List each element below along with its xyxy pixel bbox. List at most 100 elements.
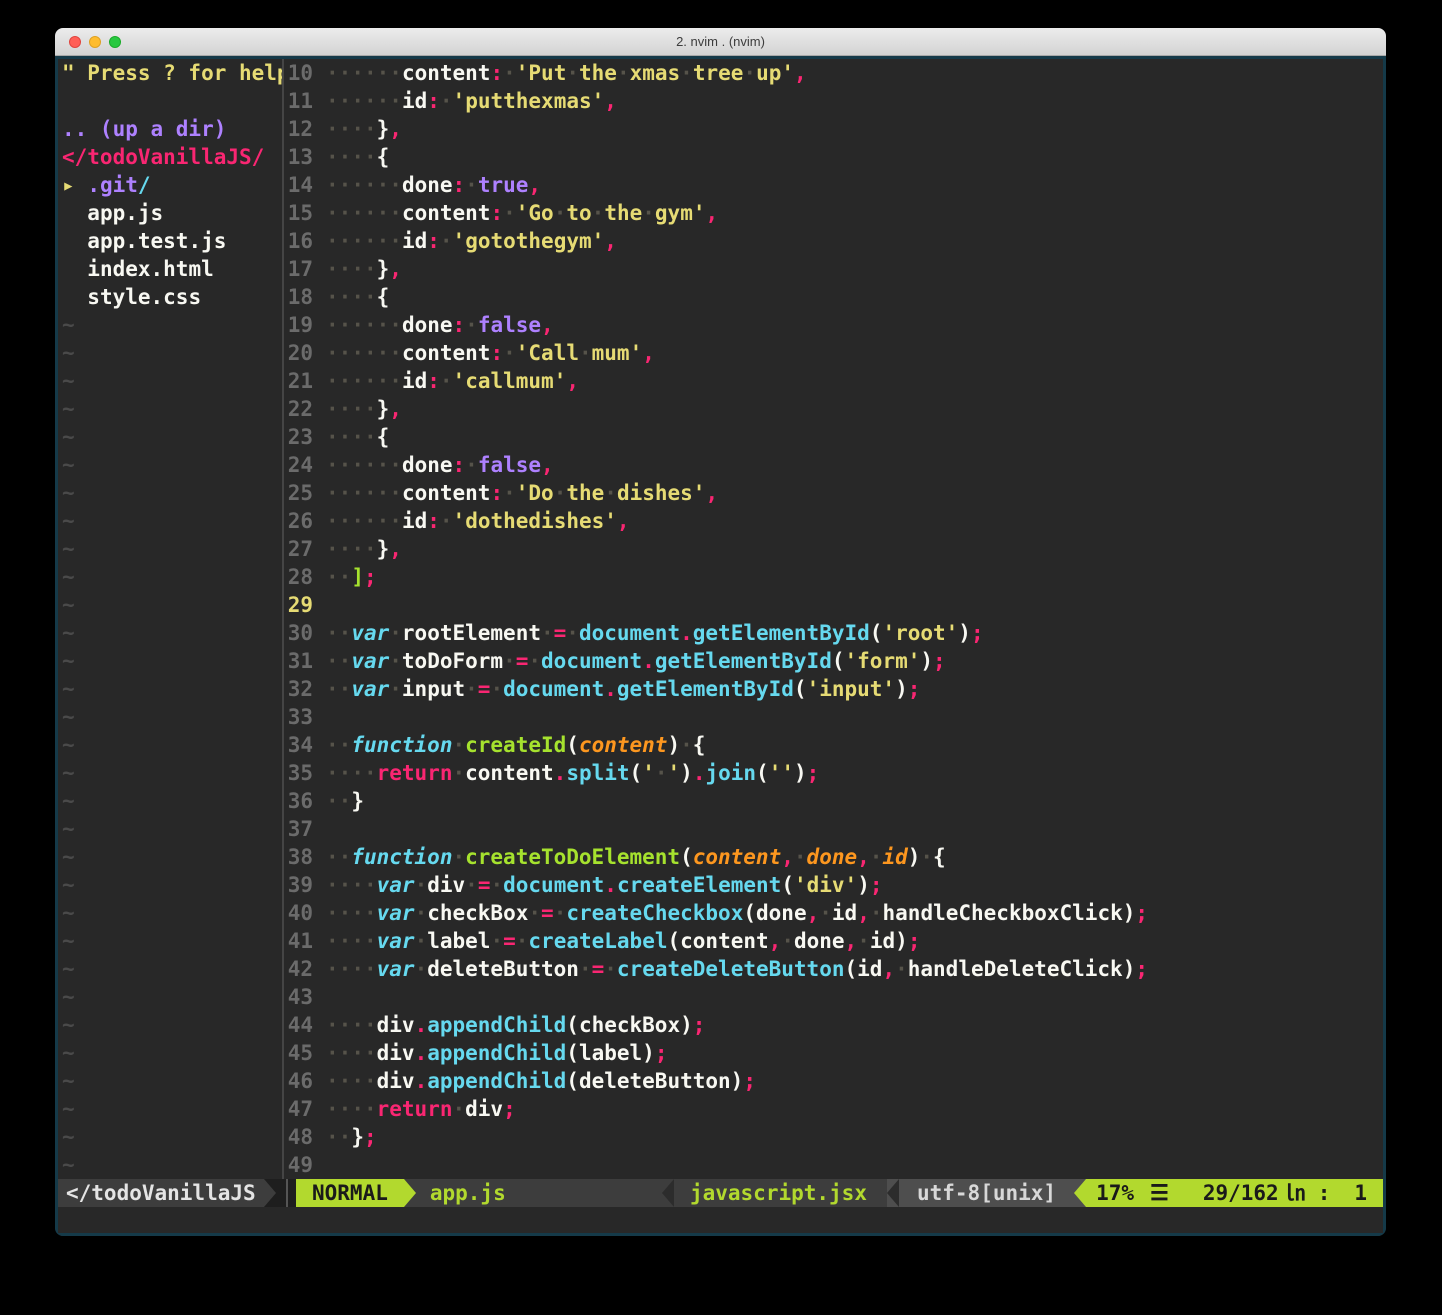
code-line-17[interactable]: 17····}, [284,255,1383,283]
code-line-39[interactable]: 39····var·div·=·document.createElement('… [284,871,1383,899]
window-title: 2. nvim . (nvim) [676,34,765,49]
empty-line-tilde: ~ [62,927,282,955]
code-line-32[interactable]: 32··var·input·=·document.getElementById(… [284,675,1383,703]
command-line[interactable] [58,1207,1383,1233]
code-line-40[interactable]: 40····var·checkBox·=·createCheckbox(done… [284,899,1383,927]
code-line-48[interactable]: 48··}; [284,1123,1383,1151]
code-line-10[interactable]: 10······content:·'Put·the·xmas·tree·up', [284,59,1383,87]
empty-line-tilde: ~ [62,367,282,395]
empty-line-tilde: ~ [62,703,282,731]
empty-line-tilde: ~ [62,843,282,871]
editor-split: " Press ? for help.. (up a dir)</todoVan… [58,59,1383,1179]
powerline-arrow-icon [404,1179,416,1207]
code-line-33[interactable]: 33 [284,703,1383,731]
line-number: 24 [284,451,326,479]
code-line-36[interactable]: 36··} [284,787,1383,815]
line-number: 17 [284,255,326,283]
tree-item-style-css[interactable]: style.css [62,283,282,311]
empty-line-tilde: ~ [62,395,282,423]
line-number: 11 [284,87,326,115]
close-button[interactable] [69,36,81,48]
code-line-16[interactable]: 16······id:·'gotothegym', [284,227,1383,255]
tree-item-git[interactable]: ▸ .git/ [62,171,282,199]
line-number: 33 [284,703,326,731]
code-line-14[interactable]: 14······done:·true, [284,171,1383,199]
code-line-21[interactable]: 21······id:·'callmum', [284,367,1383,395]
code-line-13[interactable]: 13····{ [284,143,1383,171]
code-line-29[interactable]: 29 [284,591,1383,619]
scroll-percent: 17% [1096,1179,1134,1207]
nerdtree-sidebar[interactable]: " Press ? for help.. (up a dir)</todoVan… [58,59,282,1179]
title-bar[interactable]: 2. nvim . (nvim) [55,28,1386,56]
code-line-31[interactable]: 31··var·toDoForm·=·document.getElementBy… [284,647,1383,675]
line-number: 31 [284,647,326,675]
line-number: 25 [284,479,326,507]
minimize-button[interactable] [89,36,101,48]
code-line-11[interactable]: 11······id:·'putthexmas', [284,87,1383,115]
code-line-37[interactable]: 37 [284,815,1383,843]
code-line-12[interactable]: 12····}, [284,115,1383,143]
filename-segment: app.js [416,1179,506,1207]
tree-item-app-js[interactable]: app.js [62,199,282,227]
tree-item-app-test-js[interactable]: app.test.js [62,227,282,255]
code-line-28[interactable]: 28··]; [284,563,1383,591]
tree-root[interactable]: </todoVanillaJS/ [62,143,282,171]
code-line-46[interactable]: 46····div.appendChild(deleteButton); [284,1067,1383,1095]
line-number: 32 [284,675,326,703]
code-line-26[interactable]: 26······id:·'dothedishes', [284,507,1383,535]
line-number: 35 [284,759,326,787]
code-line-27[interactable]: 27····}, [284,535,1383,563]
code-line-45[interactable]: 45····div.appendChild(label); [284,1039,1383,1067]
line-number: 34 [284,731,326,759]
line-number: 19 [284,311,326,339]
code-line-35[interactable]: 35····return·content.split('·').join('')… [284,759,1383,787]
empty-line-tilde: ~ [62,1067,282,1095]
empty-line-tilde: ~ [62,675,282,703]
line-number: 22 [284,395,326,423]
line-number: 36 [284,787,326,815]
powerline-arrow-icon [1074,1179,1086,1207]
code-line-44[interactable]: 44····div.appendChild(checkBox); [284,1011,1383,1039]
empty-line-tilde: ~ [62,787,282,815]
code-line-41[interactable]: 41····var·label·=·createLabel(content,·d… [284,927,1383,955]
code-line-18[interactable]: 18····{ [284,283,1383,311]
column-number: 1 [1354,1179,1367,1207]
line-number: 30 [284,619,326,647]
line-number: 16 [284,227,326,255]
zoom-button[interactable] [109,36,121,48]
powerline-chevron-icon [887,1179,899,1207]
code-line-43[interactable]: 43 [284,983,1383,1011]
code-line-30[interactable]: 30··var·rootElement·=·document.getElemen… [284,619,1383,647]
empty-line-tilde: ~ [62,479,282,507]
tree-blank [62,87,282,115]
code-line-24[interactable]: 24······done:·false, [284,451,1383,479]
code-line-34[interactable]: 34··function·createId(content)·{ [284,731,1383,759]
nerdtree-status-label: </todoVanillaJS [66,1179,256,1207]
editor-pane[interactable]: 10······content:·'Put·the·xmas·tree·up',… [284,59,1383,1179]
code-line-15[interactable]: 15······content:·'Go·to·the·gym', [284,199,1383,227]
line-number: 38 [284,843,326,871]
powerline-chevron-icon [662,1179,674,1207]
code-line-42[interactable]: 42····var·deleteButton·=·createDeleteBut… [284,955,1383,983]
empty-line-tilde: ~ [62,731,282,759]
line-number: 26 [284,507,326,535]
code-line-49[interactable]: 49 [284,1151,1383,1179]
code-line-38[interactable]: 38··function·createToDoElement(content,·… [284,843,1383,871]
empty-line-tilde: ~ [62,619,282,647]
line-number: 48 [284,1123,326,1151]
line-number: 44 [284,1011,326,1039]
tree-item-index-html[interactable]: index.html [62,255,282,283]
terminal-window: 2. nvim . (nvim) " Press ? for help.. (u… [55,28,1386,1236]
code-line-19[interactable]: 19······done:·false, [284,311,1383,339]
empty-line-tilde: ~ [62,591,282,619]
filetype-segment: javascript.jsx [674,1179,887,1207]
tree-up-a-dir[interactable]: .. (up a dir) [62,115,282,143]
line-number: 39 [284,871,326,899]
line-number: 42 [284,955,326,983]
code-line-25[interactable]: 25······content:·'Do·the·dishes', [284,479,1383,507]
code-line-20[interactable]: 20······content:·'Call·mum', [284,339,1383,367]
code-line-47[interactable]: 47····return·div; [284,1095,1383,1123]
code-line-22[interactable]: 22····}, [284,395,1383,423]
linenr-icon: ☰ [1150,1179,1169,1207]
code-line-23[interactable]: 23····{ [284,423,1383,451]
